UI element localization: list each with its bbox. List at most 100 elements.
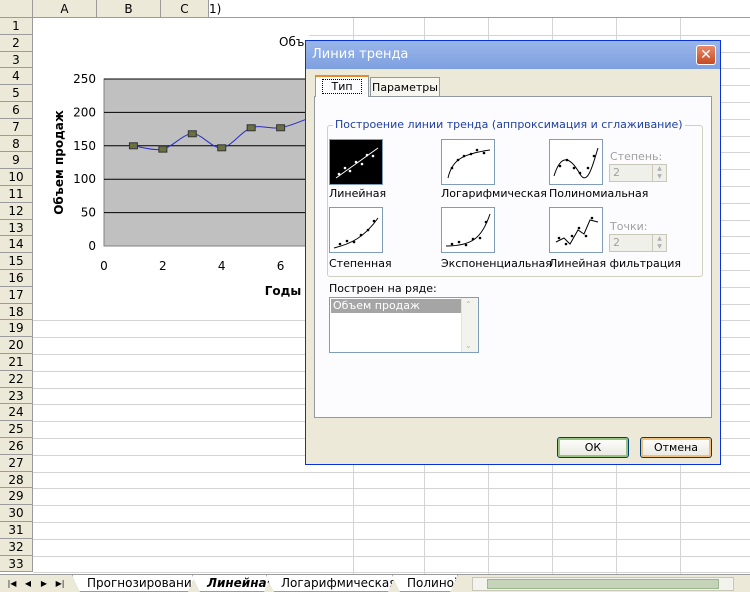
trend-power-option[interactable] (329, 207, 383, 253)
row-header[interactable]: 9 (0, 152, 33, 170)
x-axis-label: Годы (265, 284, 301, 298)
trend-moving-average-label: Линейная фильтрация (549, 257, 682, 270)
horizontal-scrollbar[interactable] (472, 577, 734, 591)
sheet-tab-logarithmic[interactable]: Логарифмическая (266, 575, 396, 592)
degree-value: 2 (613, 166, 620, 179)
row-header[interactable]: 27 (0, 454, 33, 472)
points-stepper[interactable]: 2 ▲ ▼ (609, 234, 667, 252)
polynomial-trend-icon (553, 147, 599, 179)
chart-object[interactable]: Объ 0 50 100 150 200 250 0 2 4 6 Годы Объем продаж (33, 18, 309, 310)
y-axis-label: Объем продаж (52, 110, 66, 215)
row-header[interactable]: 10 (0, 169, 33, 186)
row-header[interactable]: 33 (0, 555, 33, 573)
series-listbox[interactable]: Объем продаж ⌃ ⌄ (329, 297, 479, 353)
points-label: Точки: (610, 220, 648, 233)
row-header[interactable]: 19 (0, 320, 33, 338)
row-header[interactable]: 16 (0, 270, 33, 287)
row-header[interactable]: 31 (0, 522, 33, 539)
x-tick-label: 4 (218, 259, 226, 273)
row-header[interactable]: 20 (0, 337, 33, 354)
trend-polynomial-option[interactable] (549, 139, 603, 185)
row-header[interactable]: 4 (0, 68, 33, 86)
power-trend-icon (333, 217, 379, 249)
next-sheet-icon[interactable]: ▶ (38, 577, 50, 590)
trend-exponential-option[interactable] (441, 207, 495, 253)
row-header[interactable]: 23 (0, 387, 33, 405)
row-header[interactable]: 29 (0, 488, 33, 506)
close-button[interactable]: ✕ (696, 45, 716, 65)
column-header-rest (209, 0, 750, 18)
trend-type-group-label: Построение линии тренда (аппроксимация и… (333, 118, 685, 131)
column-header-a[interactable]: A (33, 0, 97, 18)
logarithmic-trend-icon (447, 148, 491, 179)
row-header[interactable]: 13 (0, 219, 33, 237)
cell-d1-text: 1) (209, 2, 222, 16)
row-header[interactable]: 15 (0, 253, 33, 270)
chevron-down-icon: ⌄ (465, 341, 472, 350)
tab-parameters[interactable]: Параметры (370, 77, 440, 97)
series-list-scrollbar[interactable]: ⌃ ⌄ (461, 298, 478, 352)
row-header[interactable]: 11 (0, 186, 33, 203)
series-list-label: Построен на ряде: (329, 282, 437, 295)
y-tick-label: 200 (73, 105, 96, 119)
first-sheet-icon[interactable]: |◀ (6, 577, 18, 590)
scrollbar-thumb[interactable] (487, 579, 719, 589)
sheet-tabs-bar: |◀ ◀ ▶ ▶| Прогнозирование Линейная Логар… (0, 574, 750, 592)
sheet-tab-forecasting[interactable]: Прогнозирование (72, 575, 196, 592)
row-header[interactable]: 21 (0, 354, 33, 371)
data-point (128, 142, 138, 150)
trend-power-label: Степенная (329, 257, 392, 270)
row-header[interactable]: 14 (0, 236, 33, 254)
row-header[interactable]: 22 (0, 370, 33, 388)
trend-linear-option[interactable] (329, 139, 383, 185)
last-sheet-icon[interactable]: ▶| (54, 577, 66, 590)
stepper-arrows-icon: ▲ ▼ (652, 235, 666, 251)
row-header[interactable]: 18 (0, 303, 33, 321)
row-header[interactable]: 8 (0, 135, 33, 153)
column-header-c[interactable]: C (161, 0, 209, 18)
x-tick-label: 0 (100, 259, 108, 273)
tab-type[interactable]: Тип (315, 75, 369, 97)
dialog-titlebar[interactable]: Линия тренда (306, 41, 720, 69)
data-point (246, 124, 256, 132)
prev-sheet-icon[interactable]: ◀ (22, 577, 34, 590)
tab-parameters-label: Параметры (372, 81, 438, 94)
row-header[interactable]: 24 (0, 404, 33, 422)
data-point (158, 145, 168, 153)
y-tick-label: 0 (88, 239, 96, 253)
tab-panel: Построение линии тренда (аппроксимация и… (314, 96, 712, 418)
exponential-trend-icon (445, 213, 491, 247)
row-header[interactable]: 6 (0, 102, 33, 119)
trend-logarithmic-option[interactable] (441, 139, 495, 185)
row-header[interactable]: 5 (0, 85, 33, 102)
row-header[interactable]: 28 (0, 471, 33, 489)
trend-type-group (327, 125, 703, 277)
sheet-tab-polynomial[interactable]: Полиноі (392, 575, 458, 592)
row-header[interactable]: 30 (0, 505, 33, 522)
row-header[interactable]: 12 (0, 202, 33, 220)
row-header[interactable]: 26 (0, 438, 33, 455)
row-header[interactable]: 3 (0, 51, 33, 69)
x-tick-label: 6 (277, 259, 285, 273)
sheet-tab-linear[interactable]: Линейная (192, 575, 272, 592)
column-header-b[interactable]: B (97, 0, 161, 18)
cancel-button[interactable]: Отмена (640, 437, 712, 458)
data-point (187, 130, 197, 138)
trend-moving-average-option[interactable] (549, 207, 603, 253)
degree-stepper[interactable]: 2 ▲ ▼ (609, 164, 667, 182)
row-header[interactable]: 7 (0, 118, 33, 136)
row-header[interactable]: 25 (0, 421, 33, 438)
trend-exponential-label: Экспоненциальная (441, 257, 552, 270)
row-header[interactable]: 17 (0, 286, 33, 304)
data-point (217, 144, 227, 152)
x-tick-label: 2 (159, 259, 167, 273)
row-header[interactable]: 1 (0, 18, 33, 35)
select-all-corner[interactable] (0, 0, 33, 18)
row-header[interactable]: 2 (0, 34, 33, 52)
row-header[interactable]: 32 (0, 538, 33, 556)
ok-button[interactable]: ОК (557, 437, 629, 458)
series-list-item[interactable]: Объем продаж (331, 299, 462, 313)
moving-average-trend-icon (555, 216, 599, 246)
trend-logarithmic-label: Логарифмическая (441, 187, 547, 200)
stepper-arrows-icon: ▲ ▼ (652, 165, 666, 181)
